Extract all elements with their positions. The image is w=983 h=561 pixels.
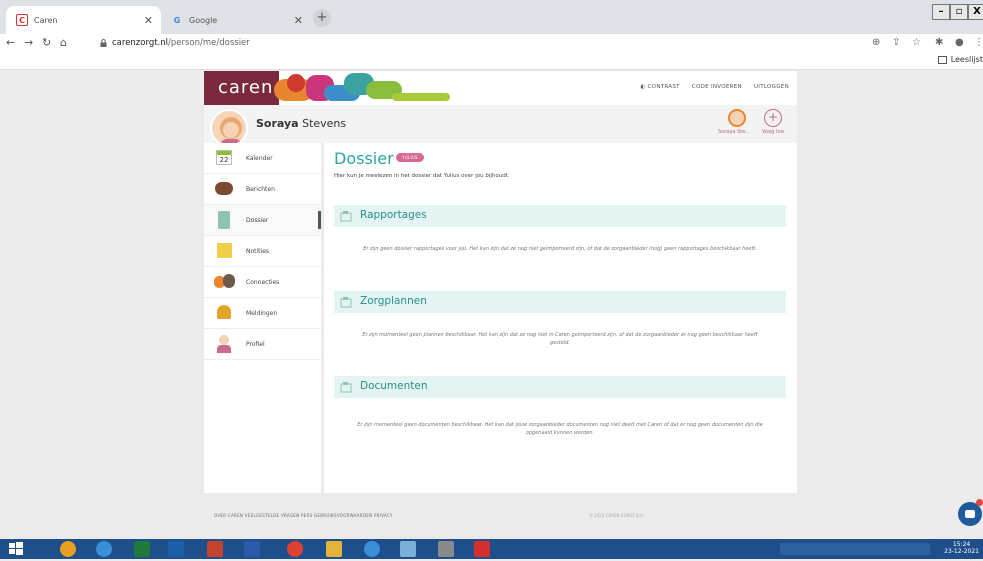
contrast-link[interactable]: ◐ CONTRAST [640, 84, 679, 90]
section-zorgplannen: Zorgplannen [334, 291, 786, 313]
code-invoeren-link[interactable]: CODE INVOEREN [692, 84, 742, 90]
excel-icon[interactable] [134, 541, 150, 557]
user-name: Soraya Stevens [256, 117, 347, 130]
add-profile-label[interactable]: Voeg toe [762, 129, 784, 135]
reading-list-icon [937, 55, 947, 64]
powerpoint-icon[interactable] [207, 541, 223, 557]
zoom-icon[interactable]: ⊕ [872, 37, 880, 48]
new-tab-button[interactable]: + [313, 9, 331, 27]
plus-circle-icon[interactable]: + [764, 109, 782, 127]
sidebar-item-kalender[interactable]: 22 Kalender [204, 143, 321, 174]
close-tab-icon[interactable]: ✕ [294, 14, 303, 27]
ie-icon[interactable] [96, 541, 112, 557]
reading-list-button[interactable]: Leeslijst [937, 55, 983, 64]
sidebar-item-meldingen[interactable]: Meldingen [204, 298, 321, 329]
calendar-icon: 22 [214, 149, 234, 167]
search-icon[interactable] [60, 541, 76, 557]
sidebar-item-connecties[interactable]: Connecties [204, 267, 321, 298]
app-icon[interactable] [438, 541, 454, 557]
documenten-empty-text: Er zijn momenteel geen documenten beschi… [357, 422, 763, 436]
people-icon [214, 273, 235, 291]
profile-bar: Soraya Stevens Soraya Ste... + Voeg toe [204, 105, 797, 147]
provider-badge: YULIUS [396, 153, 424, 162]
bookmarks-bar: Leeslijst [0, 54, 983, 70]
close-tab-icon[interactable]: ✕ [144, 14, 153, 27]
tab-google[interactable]: G Google ✕ [161, 6, 311, 34]
notification-dot [976, 499, 983, 506]
caren-favicon-icon: C [16, 14, 28, 26]
file-explorer-icon[interactable] [326, 541, 342, 557]
edge-icon[interactable] [364, 541, 380, 557]
caren-app: caren ◐ CONTRAST CODE INVOEREN UITLOGGEN… [204, 71, 797, 497]
word-icon[interactable] [244, 541, 260, 557]
windows-start-icon[interactable] [8, 541, 24, 557]
folder-icon [340, 297, 352, 308]
section-documenten: Documenten [334, 376, 786, 398]
sidebar-item-dossier[interactable]: Dossier [204, 205, 321, 236]
zorgplannen-empty-text: Er zijn momenteel geen plannen beschikba… [362, 332, 758, 346]
section-rapportages: Rapportages [334, 205, 786, 227]
maximize-button[interactable]: ▫ [950, 4, 968, 20]
google-favicon-icon: G [173, 15, 181, 25]
profile-switch-label[interactable]: Soraya Ste... [718, 129, 750, 135]
chrome-icon[interactable] [287, 541, 303, 557]
bookmark-star-icon[interactable]: ☆ [912, 37, 921, 48]
page-title: Dossier [334, 149, 394, 168]
app-icon[interactable] [400, 541, 416, 557]
main-content: Dossier YULIUS Hier kun je meelezen in h… [324, 143, 797, 493]
user-avatar [210, 109, 248, 147]
top-links: ◐ CONTRAST CODE INVOEREN UITLOGGEN [640, 84, 789, 90]
page-subtitle: Hier kun je meelezen in het dossier dat … [334, 173, 510, 179]
sidebar-item-profiel[interactable]: Profiel [204, 329, 321, 360]
share-icon[interactable]: ⇪ [892, 37, 900, 48]
copyright: © 2021 CAREN ZORGT B.V. [589, 513, 644, 518]
address-bar-row: ← → ↻ ⌂ carenzorgt.nl/person/me/dossier … [0, 34, 983, 54]
system-tray[interactable] [780, 543, 930, 555]
outlook-icon[interactable] [168, 541, 184, 557]
uitloggen-link[interactable]: UITLOGGEN [754, 84, 789, 90]
sidebar-item-notities[interactable]: Notities [204, 236, 321, 267]
folder-icon [340, 382, 352, 393]
tab-title: Caren [34, 15, 58, 25]
sidebar-item-berichten[interactable]: Berichten [204, 174, 321, 205]
decorative-shapes [274, 73, 450, 101]
note-icon [214, 242, 234, 260]
profile-icon[interactable]: ● [955, 37, 964, 48]
clipboard-icon [214, 211, 234, 229]
chat-bubble-icon [214, 180, 234, 198]
menu-icon[interactable]: ⋮ [974, 37, 983, 48]
sidebar: 22 Kalender Berichten Dossier Notities C… [204, 143, 321, 493]
footer-links[interactable]: OVER CAREN VEELGESTELDE VRAGEN PERS GEBR… [204, 513, 393, 518]
taskbar-clock[interactable]: 15:24 23-12-2021 [944, 541, 979, 555]
home-icon[interactable]: ⌂ [60, 36, 67, 49]
minimize-button[interactable]: – [932, 4, 950, 20]
close-window-button[interactable]: X [968, 4, 983, 20]
brand-header: caren ◐ CONTRAST CODE INVOEREN UITLOGGEN [204, 71, 797, 105]
user-avatar-icon[interactable] [728, 109, 746, 127]
extensions-icon[interactable]: ✱ [935, 37, 943, 48]
folder-icon [340, 211, 352, 222]
acrobat-icon[interactable] [474, 541, 490, 557]
reload-icon[interactable]: ↻ [42, 36, 51, 49]
tab-title: Google [189, 15, 218, 25]
rapportages-empty-text: Er zijn geen dossier rapportages voor jo… [363, 246, 757, 252]
back-arrow-icon[interactable]: ← [6, 36, 15, 49]
page-footer: OVER CAREN VEELGESTELDE VRAGEN PERS GEBR… [204, 507, 797, 523]
url-input[interactable]: carenzorgt.nl/person/me/dossier [112, 38, 250, 48]
browser-tab-bar: C Caren ✕ G Google ✕ + – ▫ X [0, 0, 983, 34]
caren-logo[interactable]: caren [204, 71, 279, 105]
bell-icon [214, 304, 234, 322]
tab-caren[interactable]: C Caren ✕ [6, 6, 161, 34]
forward-arrow-icon[interactable]: → [24, 36, 33, 49]
lock-icon[interactable] [100, 39, 107, 47]
windows-taskbar: 15:24 23-12-2021 [0, 539, 983, 559]
person-icon [214, 335, 234, 353]
